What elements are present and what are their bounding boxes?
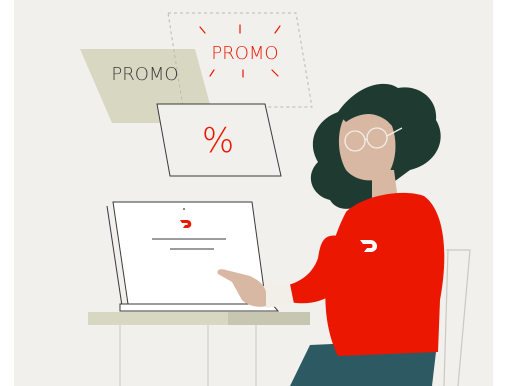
percent-symbol: % bbox=[202, 121, 234, 161]
laptop-camera bbox=[183, 208, 185, 210]
illustration-canvas: PROMO PROMO % bbox=[0, 0, 507, 386]
promo-label-right: PROMO bbox=[211, 43, 278, 64]
table-edge-shadow bbox=[228, 312, 310, 325]
promo-label-left: PROMO bbox=[111, 64, 178, 85]
illustration-svg: PROMO PROMO % bbox=[14, 0, 493, 386]
sleeve-cuff bbox=[262, 284, 294, 308]
